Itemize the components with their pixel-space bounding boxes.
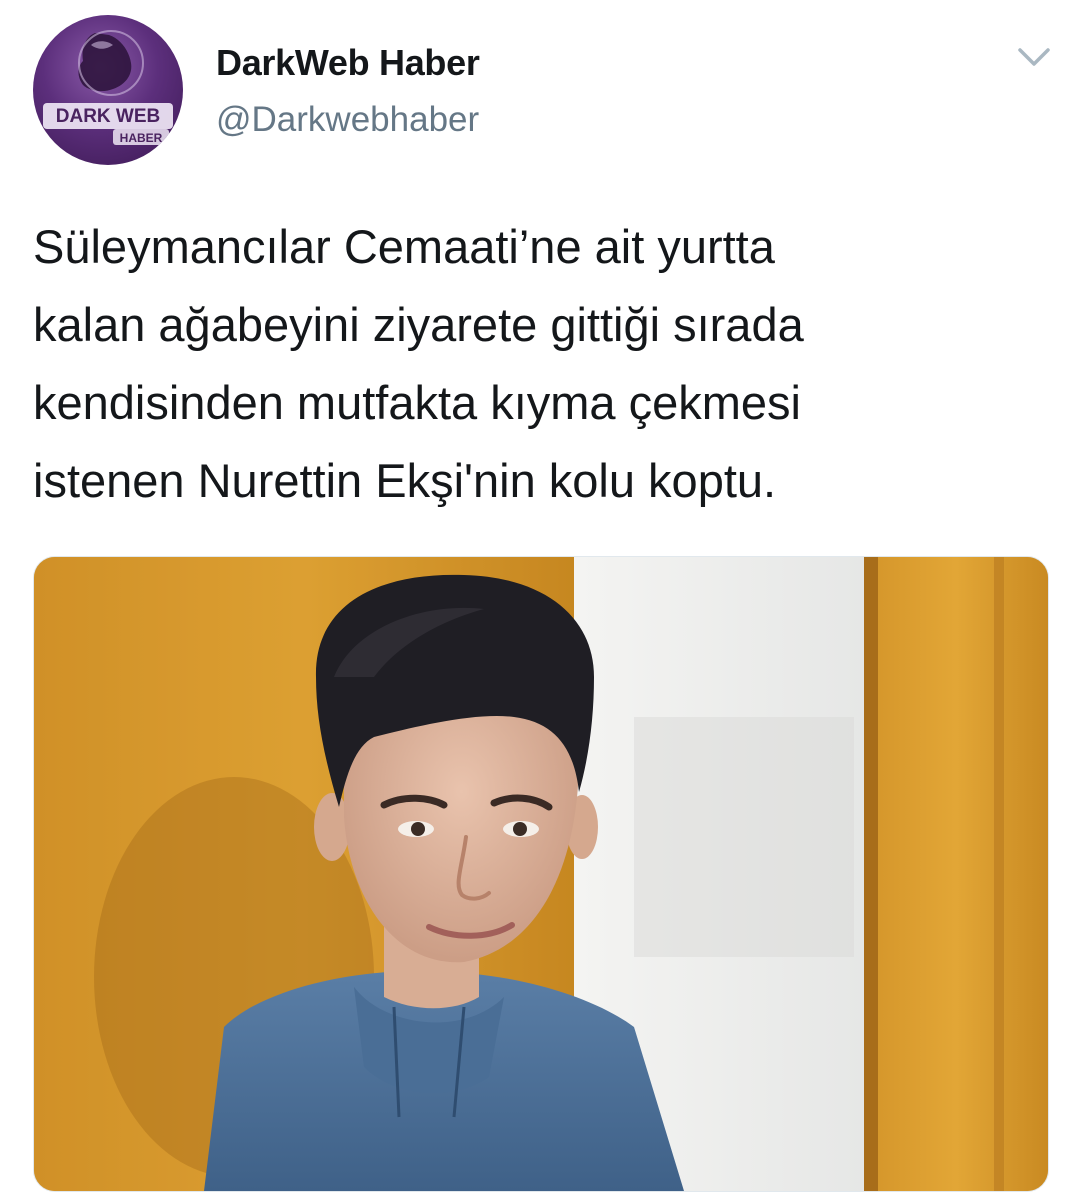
tweet-photo[interactable] — [33, 556, 1049, 1192]
author-avatar[interactable]: DARK WEB HABER — [33, 15, 183, 165]
tweet-text-line: Süleymancılar Cemaati’ne ait yurtta — [33, 220, 775, 273]
dark-web-logo: DARK WEB HABER — [43, 30, 173, 145]
tweet-text: Süleymancılar Cemaati’ne ait yurtta kala… — [33, 208, 1053, 520]
tweet-card: DARK WEB HABER DarkWeb Haber @Darkwebhab… — [0, 0, 1080, 1198]
logo-text-haber: HABER — [120, 131, 163, 145]
chevron-down-icon[interactable] — [1014, 42, 1054, 72]
tweet-text-line: istenen Nurettin Ekşi'nin kolu koptu. — [33, 454, 777, 507]
author-handle[interactable]: @Darkwebhaber — [216, 100, 479, 140]
tweet-text-line: kalan ağabeyini ziyarete gittiği sırada — [33, 298, 804, 351]
photo-boy-portrait — [34, 557, 1048, 1191]
logo-text-dark-web: DARK WEB — [56, 106, 161, 127]
tweet-text-line: kendisinden mutfakta kıyma çekmesi — [33, 376, 801, 429]
author-name[interactable]: DarkWeb Haber — [216, 42, 480, 84]
